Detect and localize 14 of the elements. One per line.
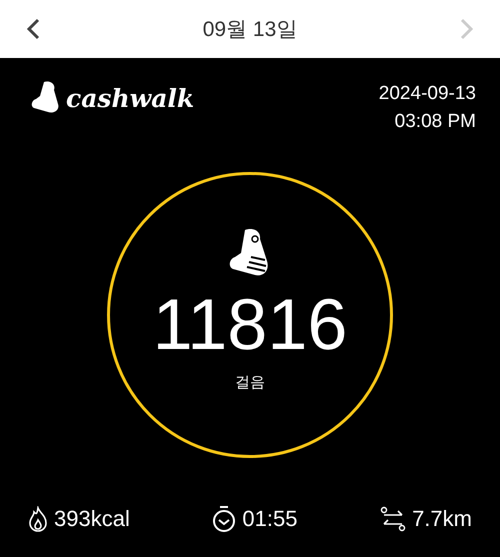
stopwatch-icon	[212, 505, 236, 533]
step-count: 11816	[152, 284, 348, 367]
stat-value: 393kcal	[54, 506, 130, 532]
logo-text: cashwalk	[66, 84, 194, 112]
date-text: 2024-09-13	[378, 82, 476, 106]
chevron-right-icon	[460, 18, 474, 40]
chevron-left-icon	[26, 18, 40, 40]
route-icon	[380, 506, 406, 532]
step-unit: 걸음	[235, 373, 265, 392]
stat-value: 01:55	[242, 506, 298, 532]
date-title: 09월 13일	[202, 17, 298, 43]
flame-icon	[28, 506, 48, 532]
stat-value: 7.7km	[412, 506, 472, 532]
time-text: 03:08 PM	[394, 110, 476, 134]
